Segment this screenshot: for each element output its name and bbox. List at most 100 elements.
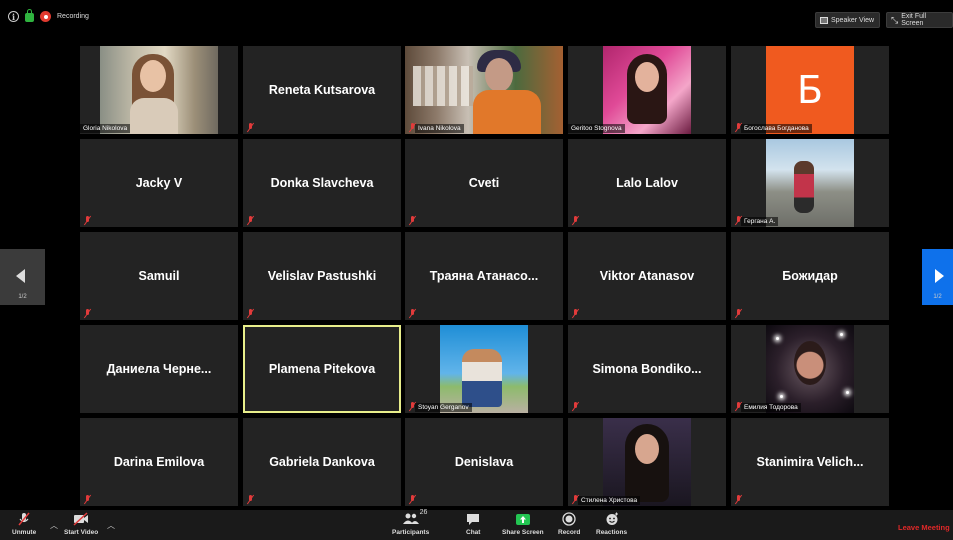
participant-tile[interactable]: Lalo Lalov: [568, 139, 726, 227]
next-page-button[interactable]: 1/2: [922, 249, 953, 305]
muted-mic-icon: [247, 309, 254, 318]
meeting-toolbar: Unmute ︿ Start Video ︿ 26 Participants C…: [0, 509, 953, 540]
participant-name-label: Гергана А.: [741, 217, 779, 226]
participant-name: Траяна Атанасо...: [429, 269, 539, 283]
muted-mic-icon: [409, 309, 416, 318]
participant-name: Plamena Pitekova: [268, 362, 376, 376]
muted-mic-icon: [84, 309, 91, 318]
participant-name: Denislava: [454, 455, 514, 469]
muted-mic-icon: [247, 216, 254, 225]
participant-video: [766, 139, 854, 227]
participant-name-label: Stoyan Gerganov: [415, 403, 472, 412]
participants-count: 26: [419, 509, 428, 516]
participant-tile[interactable]: Samuil: [80, 232, 238, 320]
record-label: Record: [558, 529, 581, 536]
participant-name: Stanimira Velich...: [756, 455, 864, 469]
participant-video: [440, 325, 528, 413]
participant-tile[interactable]: Траяна Атанасо...: [405, 232, 563, 320]
participant-tile[interactable]: Даниела Черне...: [80, 325, 238, 413]
exit-full-screen-icon: ⤡: [891, 14, 899, 25]
muted-mic-icon: [84, 495, 91, 504]
unmute-button[interactable]: Unmute: [12, 512, 36, 536]
record-icon: [562, 512, 576, 526]
participants-icon: 26: [402, 509, 427, 526]
participant-name: Gabriela Dankova: [269, 455, 375, 469]
participant-tile[interactable]: Velislav Pastushki: [243, 232, 401, 320]
avatar-initial: Б: [796, 68, 824, 112]
reactions-label: Reactions: [596, 529, 628, 536]
lock-icon[interactable]: [25, 9, 34, 22]
muted-mic-icon: [409, 216, 416, 225]
participant-video: [603, 46, 691, 134]
participant-name: Darina Emilova: [113, 455, 205, 469]
participant-name: Божидар: [782, 269, 838, 283]
participant-tile[interactable]: Божидар: [731, 232, 889, 320]
participants-label: Participants: [392, 529, 430, 536]
participant-tile[interactable]: Гергана А.: [731, 139, 889, 227]
exit-full-screen-button[interactable]: ⤡ Exit Full Screen: [886, 12, 953, 28]
muted-microphone-icon: [17, 512, 31, 526]
participant-name-label: Емилия Тодорова: [741, 403, 801, 412]
chat-button[interactable]: Chat: [466, 512, 480, 536]
info-icon[interactable]: i: [8, 11, 19, 22]
start-video-label: Start Video: [64, 529, 99, 536]
speaker-view-label: Speaker View: [831, 16, 875, 24]
chat-label: Chat: [466, 529, 481, 536]
share-screen-button[interactable]: Share Screen: [502, 512, 544, 536]
participant-tile[interactable]: Б Богослава Богданова: [731, 46, 889, 134]
participant-name-label: Стилена Христова: [578, 496, 641, 505]
muted-mic-icon: [735, 495, 742, 504]
leave-meeting-button[interactable]: Leave Meeting: [898, 523, 950, 532]
participant-tile[interactable]: Емилия Тодорова: [731, 325, 889, 413]
arrow-right-icon: [935, 269, 944, 283]
participant-tile[interactable]: Reneta Kutsarova: [243, 46, 401, 134]
participants-button[interactable]: 26 Participants: [392, 509, 430, 536]
participant-tile[interactable]: Stoyan Gerganov: [405, 325, 563, 413]
share-screen-icon: [515, 512, 531, 526]
active-speaker-tile[interactable]: Plamena Pitekova: [243, 325, 401, 413]
participant-video: [603, 418, 691, 506]
participant-tile[interactable]: Viktor Atanasov: [568, 232, 726, 320]
meeting-top-bar: i Recording Speaker View ⤡ Exit Full Scr…: [0, 0, 953, 36]
start-video-button[interactable]: Start Video: [64, 512, 98, 536]
participant-name: Cveti: [468, 176, 500, 190]
previous-page-button[interactable]: 1/2: [0, 249, 45, 305]
page-indicator: 1/2: [933, 294, 942, 300]
participant-name: Reneta Kutsarova: [268, 83, 376, 97]
participant-tile[interactable]: Stanimira Velich...: [731, 418, 889, 506]
participant-name-label: Богослава Богданова: [741, 124, 812, 133]
muted-mic-icon: [572, 216, 579, 225]
muted-mic-icon: [247, 123, 254, 132]
page-indicator: 1/2: [18, 294, 27, 300]
speaker-view-icon: [820, 16, 828, 24]
exit-full-screen-label: Exit Full Screen: [901, 13, 927, 27]
participant-tile[interactable]: Simona Bondiko...: [568, 325, 726, 413]
record-button[interactable]: Record: [558, 512, 580, 536]
participant-name: Donka Slavcheva: [270, 176, 374, 190]
participant-tile[interactable]: Jacky V: [80, 139, 238, 227]
participant-tile[interactable]: Cveti: [405, 139, 563, 227]
participant-name: Viktor Atanasov: [599, 269, 695, 283]
participant-tile[interactable]: Geritoo Stognova: [568, 46, 726, 134]
participant-name: Lalo Lalov: [616, 176, 678, 190]
muted-mic-icon: [735, 309, 742, 318]
participant-tile[interactable]: Darina Emilova: [80, 418, 238, 506]
audio-options-caret-icon[interactable]: ︿: [50, 520, 58, 531]
participant-tile[interactable]: Gabriela Dankova: [243, 418, 401, 506]
participant-tile[interactable]: Стилена Христова: [568, 418, 726, 506]
video-options-caret-icon[interactable]: ︿: [107, 520, 115, 531]
muted-mic-icon: [409, 495, 416, 504]
participant-name-label: Ivana Nikolova: [415, 124, 464, 133]
speaker-view-button[interactable]: Speaker View: [815, 12, 880, 28]
participant-name-label: Gloria Nikolova: [80, 124, 131, 133]
arrow-left-icon: [16, 269, 25, 283]
participant-name: Velislav Pastushki: [267, 269, 377, 283]
share-screen-label: Share Screen: [502, 529, 544, 536]
participant-tile[interactable]: Ivana Nikolova: [405, 46, 563, 134]
reactions-button[interactable]: Reactions: [596, 512, 627, 536]
participant-tile[interactable]: Denislava: [405, 418, 563, 506]
participant-avatar: Б: [766, 46, 854, 134]
participant-tile[interactable]: Donka Slavcheva: [243, 139, 401, 227]
participant-tile[interactable]: Gloria Nikolova: [80, 46, 238, 134]
participant-video: [405, 46, 563, 134]
